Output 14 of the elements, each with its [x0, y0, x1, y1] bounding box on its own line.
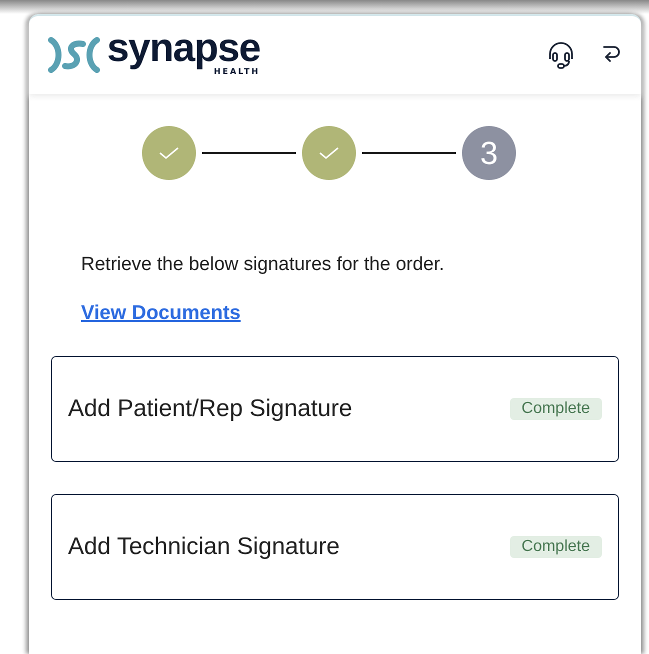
- signature-title: Add Technician Signature: [68, 533, 340, 561]
- logo-subtitle: HEALTH: [214, 68, 260, 76]
- instruction-text: Retrieve the below signatures for the order.: [81, 254, 446, 276]
- signature-card[interactable]: Add Technician Signature Complete: [51, 494, 619, 600]
- logo-wordmark: synapse: [107, 28, 260, 68]
- signature-card[interactable]: Add Patient/Rep Signature Complete: [51, 356, 619, 462]
- status-badge: Complete: [510, 536, 602, 558]
- check-icon: [318, 146, 340, 160]
- view-documents-link[interactable]: View Documents: [81, 302, 241, 325]
- check-icon: [158, 146, 180, 160]
- status-badge: Complete: [510, 398, 602, 420]
- signature-title: Add Patient/Rep Signature: [68, 395, 352, 423]
- step-number: 3: [480, 134, 498, 172]
- logo-icon: [47, 36, 101, 74]
